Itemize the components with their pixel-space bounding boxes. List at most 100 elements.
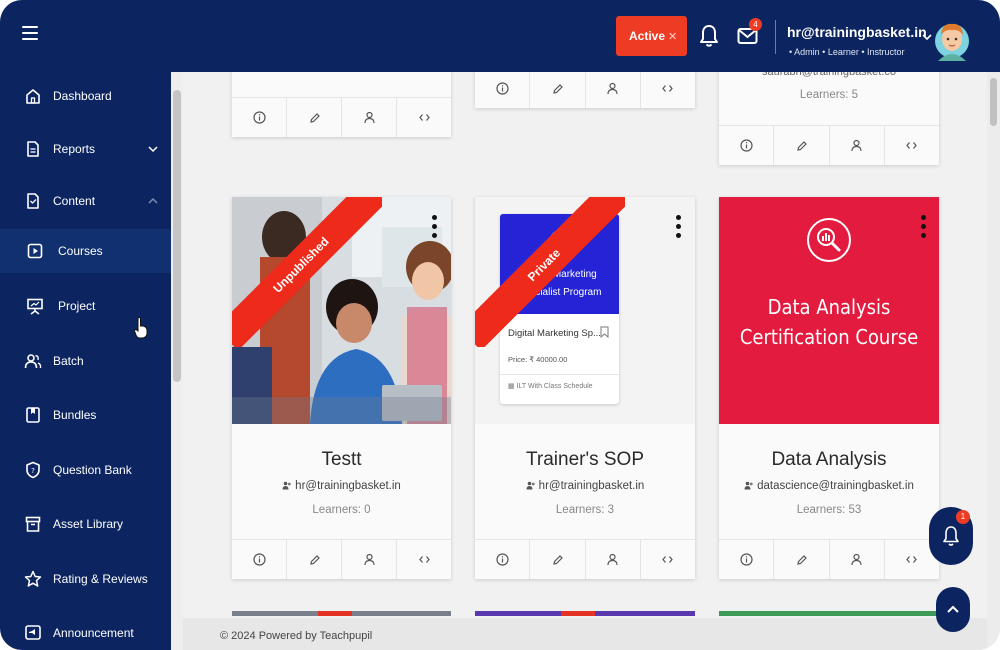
sidebar-item-label: Announcement xyxy=(53,626,134,640)
project-icon xyxy=(27,298,43,315)
author-email-text: datascience@trainingbasket.in xyxy=(757,480,914,492)
preview-tag-text: ILT With Class Schedule xyxy=(516,383,593,390)
user-icon[interactable] xyxy=(830,126,885,165)
sidebar-item-content[interactable]: Content xyxy=(0,179,171,223)
card-author-email: datascience@trainingbasket.in xyxy=(719,480,939,492)
course-title[interactable]: Trainer's SOP xyxy=(475,449,695,471)
card-actions xyxy=(232,97,451,137)
home-icon xyxy=(26,89,40,104)
user-roles: • Admin • Learner • Instructor xyxy=(789,47,905,57)
embed-code-icon[interactable] xyxy=(885,126,939,165)
edit-icon[interactable] xyxy=(287,540,342,579)
course-card[interactable]: Unpublished Testt hr@trainingbasket.in L… xyxy=(232,197,451,579)
scroll-to-top-button[interactable] xyxy=(936,587,970,632)
sidebar-item-label: Rating & Reviews xyxy=(53,572,148,586)
info-icon[interactable] xyxy=(475,69,531,108)
chevron-down-icon[interactable] xyxy=(148,145,158,153)
sidebar-item-label: Question Bank xyxy=(53,463,132,477)
info-icon[interactable] xyxy=(719,126,775,165)
status-label: Active xyxy=(629,29,666,43)
info-icon[interactable] xyxy=(232,540,287,579)
user-icon[interactable] xyxy=(586,540,641,579)
bell-icon[interactable] xyxy=(699,24,719,48)
status-ribbon: Private xyxy=(475,197,625,347)
card-actions xyxy=(475,68,695,108)
magnifier-chart-icon xyxy=(807,218,851,262)
announcement-icon xyxy=(25,625,41,640)
user-icon[interactable] xyxy=(586,69,641,108)
more-options-icon[interactable] xyxy=(432,215,438,243)
sidebar-item-courses[interactable]: Courses xyxy=(0,229,171,273)
info-icon[interactable] xyxy=(475,540,531,579)
content-scrollbar-thumb[interactable] xyxy=(990,78,997,126)
sidebar-item-label: Content xyxy=(53,194,96,208)
embed-code-icon[interactable] xyxy=(397,540,451,579)
sidebar-item-label: Courses xyxy=(58,244,103,258)
more-options-icon[interactable] xyxy=(676,215,682,243)
user-email[interactable]: hr@trainingbasket.in xyxy=(787,24,927,40)
user-icon[interactable] xyxy=(342,540,397,579)
users-icon xyxy=(282,481,291,490)
sidebar-item-rating-reviews[interactable]: Rating & Reviews xyxy=(0,557,171,601)
course-card[interactable]: Data Analysis Certification Course Data … xyxy=(719,197,939,579)
author-email-text: hr@trainingbasket.in xyxy=(538,480,645,492)
top-header: Active × 4 hr@trainingbasket.in • Admin … xyxy=(0,0,1000,72)
course-title[interactable]: Data Analysis xyxy=(719,449,939,471)
course-title[interactable]: Testt xyxy=(232,449,451,471)
sidebar-item-batch[interactable]: Batch xyxy=(0,339,171,383)
shield-icon: ? xyxy=(26,461,40,479)
hamburger-menu-icon[interactable] xyxy=(22,26,38,40)
course-cover-image: Data Analysis Certification Course xyxy=(719,197,939,424)
sidebar-item-reports[interactable]: Reports xyxy=(0,127,171,171)
edit-icon[interactable] xyxy=(530,540,586,579)
card-actions xyxy=(232,539,451,579)
user-icon[interactable] xyxy=(830,540,885,579)
edit-icon[interactable] xyxy=(774,540,830,579)
sidebar-item-question-bank[interactable]: ? Question Bank xyxy=(0,448,171,492)
report-icon xyxy=(27,141,39,157)
bundles-icon xyxy=(26,407,40,423)
svg-text:?: ? xyxy=(31,467,35,475)
status-ribbon: Unpublished xyxy=(232,197,382,347)
course-card[interactable]: Digital Marketing Specialist Program Dig… xyxy=(475,197,695,579)
card-learners: Learners: 3 xyxy=(555,504,615,516)
info-icon[interactable] xyxy=(232,98,287,137)
sidebar-item-bundles[interactable]: Bundles xyxy=(0,393,171,437)
course-card-partial[interactable]: saurabh@trainingbasket.co Learners: 5 xyxy=(719,60,939,165)
avatar[interactable] xyxy=(934,17,970,63)
card-author-email: hr@trainingbasket.in xyxy=(475,480,695,492)
sidebar-scrollbar-thumb[interactable] xyxy=(173,90,181,382)
unpublished-ribbon: Unpublished xyxy=(232,197,382,347)
status-active-button[interactable]: Active × xyxy=(616,16,687,56)
embed-code-icon[interactable] xyxy=(641,540,695,579)
close-icon[interactable]: × xyxy=(668,28,677,45)
courses-icon xyxy=(27,243,43,259)
edit-icon[interactable] xyxy=(774,126,830,165)
next-card-top xyxy=(318,611,352,616)
more-options-icon[interactable] xyxy=(921,215,927,243)
sidebar-item-dashboard[interactable]: Dashboard xyxy=(0,74,171,118)
star-icon xyxy=(24,570,42,587)
sidebar-item-asset-library[interactable]: Asset Library xyxy=(0,502,171,546)
embed-code-icon[interactable] xyxy=(397,98,451,137)
footer-copyright: © 2024 Powered by Teachpupil xyxy=(220,630,373,642)
user-icon[interactable] xyxy=(342,98,397,137)
notification-count-badge: 1 xyxy=(956,510,970,524)
private-ribbon: Private xyxy=(475,197,625,347)
bell-icon xyxy=(943,526,959,546)
info-icon[interactable] xyxy=(719,540,775,579)
edit-icon[interactable] xyxy=(530,69,586,108)
header-divider xyxy=(775,20,776,54)
card-actions xyxy=(719,125,939,165)
edit-icon[interactable] xyxy=(287,98,342,137)
content-scrollbar[interactable] xyxy=(987,72,1000,650)
chevron-up-icon xyxy=(947,605,959,613)
cover-title-line2: Certification Course xyxy=(739,325,919,349)
users-icon xyxy=(526,481,535,490)
chevron-up-icon[interactable] xyxy=(148,197,158,205)
sidebar-item-label: Bundles xyxy=(53,408,97,422)
sidebar-item-announcement[interactable]: Announcement xyxy=(0,611,171,650)
sidebar-item-label: Asset Library xyxy=(53,517,124,531)
embed-code-icon[interactable] xyxy=(641,69,695,108)
chevron-down-icon[interactable] xyxy=(922,33,932,41)
